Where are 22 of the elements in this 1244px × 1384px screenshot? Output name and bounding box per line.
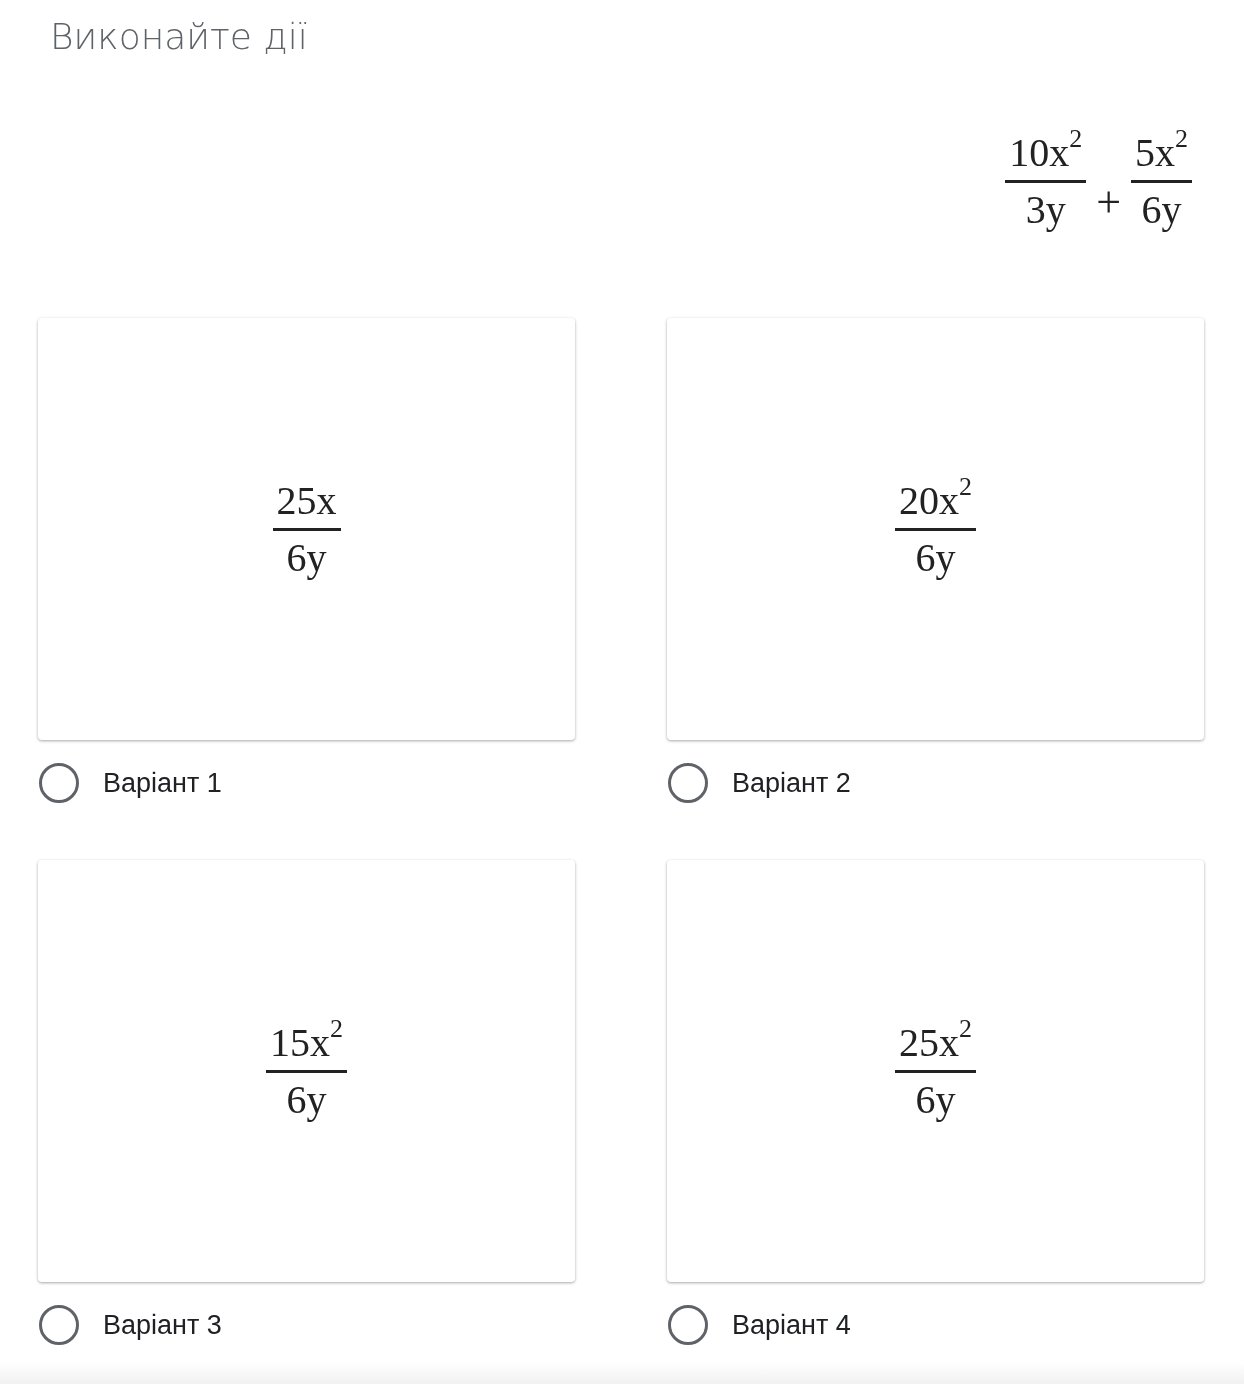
denominator: 6y: [285, 536, 328, 579]
numerator: 10x$^{2}$: [1008, 132, 1084, 174]
numerator: 15x$^{2}$: [269, 1021, 344, 1064]
radio-button[interactable]: [39, 763, 79, 803]
denominator: 6y: [914, 1078, 957, 1121]
denominator: 3y: [1024, 189, 1067, 231]
option-label[interactable]: Варіант 2: [732, 767, 851, 799]
question-title: Виконайте дії: [49, 15, 309, 59]
numerator: 5x$^{2}$: [1134, 132, 1189, 174]
radio-button[interactable]: [39, 1305, 79, 1345]
denominator: 6y: [914, 536, 957, 579]
option-label[interactable]: Варіант 1: [103, 767, 222, 799]
option-label[interactable]: Варіант 3: [103, 1309, 222, 1341]
numerator: 25x: [275, 479, 338, 522]
denominator: 6y: [1140, 189, 1183, 231]
plus-sign: +: [1096, 176, 1121, 228]
radio-button[interactable]: [668, 1305, 708, 1345]
numerator: 25x$^{2}$: [898, 1021, 973, 1064]
radio-button[interactable]: [668, 763, 708, 803]
denominator: 6y: [285, 1078, 328, 1121]
numerator: 20x$^{2}$: [898, 479, 973, 522]
option-label[interactable]: Варіант 4: [732, 1309, 851, 1341]
